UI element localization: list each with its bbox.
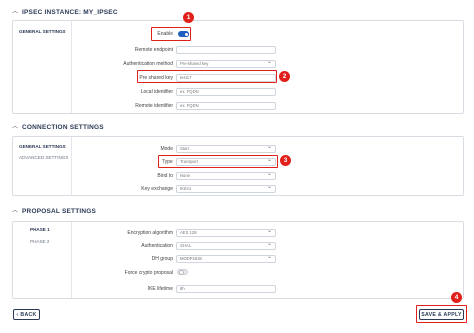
save-apply-button[interactable]: SAVE & APPLY <box>419 309 464 320</box>
remote-identifier-input[interactable]: ex. FQDN <box>176 102 276 110</box>
bind-to-label: Bind to <box>157 173 173 179</box>
ike-lifetime-input[interactable]: 8h <box>176 285 276 293</box>
mode-select[interactable]: Start <box>176 145 276 153</box>
enable-label: Enable <box>157 31 173 37</box>
chevron-up-icon: ︿ <box>12 208 19 214</box>
marker-1: 1 <box>183 12 194 23</box>
back-button[interactable]: ‹ BACK <box>13 309 40 320</box>
remote-endpoint-label: Remote endpoint <box>134 47 173 53</box>
enable-toggle[interactable] <box>178 31 189 37</box>
local-identifier-label: Local identifier <box>140 89 173 95</box>
psk-input[interactable]: test17 <box>176 74 276 82</box>
toggle-knob <box>178 270 184 275</box>
bind-to-select[interactable]: None <box>176 172 276 180</box>
marker-3: 3 <box>280 155 291 166</box>
dh-group-label: DH group <box>151 256 173 262</box>
remote-identifier-label: Remote identifier <box>135 103 173 109</box>
proposal-title: PROPOSAL SETTINGS <box>22 207 97 215</box>
encryption-select[interactable]: AES 128 <box>176 229 276 237</box>
connection-title: CONNECTION SETTINGS <box>22 123 104 131</box>
instance-title: IPSEC INSTANCE: MY_IPSEC <box>22 8 118 16</box>
encryption-label: Encryption algorithm <box>127 230 173 236</box>
tab-phase-2[interactable]: PHASE 2 <box>30 239 49 244</box>
marker-4: 4 <box>451 292 462 303</box>
instance-header[interactable]: ︿ IPSEC INSTANCE: MY_IPSEC <box>12 7 118 17</box>
dh-group-select[interactable]: MODP1536 <box>176 255 276 263</box>
type-label: Type <box>162 159 173 165</box>
auth-method-select[interactable]: Pre-shared key <box>176 60 276 68</box>
back-button-label: BACK <box>20 311 37 318</box>
chevron-up-icon: ︿ <box>12 124 19 130</box>
auth-method-label: Authentication method <box>123 61 173 67</box>
psk-label: Pre shared key <box>139 75 173 81</box>
tab-connection-advanced[interactable]: ADVANCED SETTINGS <box>19 155 68 160</box>
local-identifier-input[interactable]: ex. FQDN <box>176 88 276 96</box>
chevron-left-icon: ‹ <box>16 311 19 318</box>
key-exchange-select[interactable]: IKEv1 <box>176 185 276 193</box>
toggle-knob <box>183 31 189 37</box>
force-crypto-label: Force crypto proposal <box>124 270 173 276</box>
authentication-label: Authentication <box>141 243 173 249</box>
key-exchange-label: Key exchange <box>141 186 173 192</box>
proposal-header[interactable]: ︿ PROPOSAL SETTINGS <box>12 206 96 216</box>
mode-label: Mode <box>160 146 173 152</box>
chevron-up-icon: ︿ <box>12 9 19 15</box>
connection-header[interactable]: ︿ CONNECTION SETTINGS <box>12 122 104 132</box>
marker-2: 2 <box>279 71 290 82</box>
type-select[interactable]: Transport <box>176 158 276 166</box>
force-crypto-toggle[interactable] <box>177 269 188 275</box>
tab-phase-1[interactable]: PHASE 1 <box>30 227 50 232</box>
remote-endpoint-input[interactable] <box>176 46 276 54</box>
authentication-select[interactable]: SHA1 <box>176 242 276 250</box>
ike-lifetime-label: IKE lifetime <box>147 286 173 292</box>
